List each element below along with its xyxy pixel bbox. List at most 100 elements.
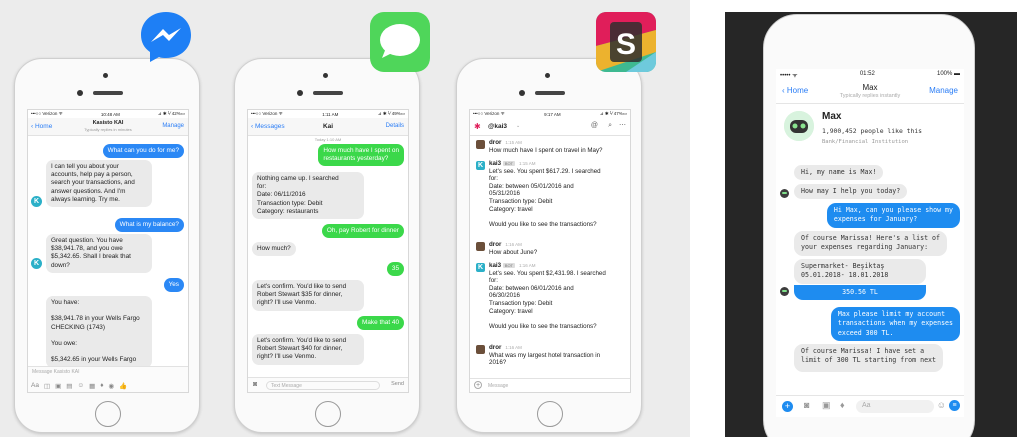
message-bubble: Hi, my name is Max! xyxy=(794,165,884,181)
amount-card[interactable]: 350.56 TL xyxy=(794,285,926,301)
message-bubble: Yes xyxy=(163,278,184,293)
home-button[interactable] xyxy=(95,401,121,427)
camera-icon[interactable]: ◙ xyxy=(253,381,257,388)
gallery-icon[interactable]: ▣ xyxy=(822,400,831,411)
camera-icon[interactable]: ◫ xyxy=(44,382,50,390)
home-button[interactable] xyxy=(315,401,341,427)
nav-bar: ‹ Home Kasisto KAI Typically replies in … xyxy=(28,118,188,136)
left-showcase-panel: •••○○ Verizon ᯤ 10:48 AM ⊿ ✱ ⅟ 42%▭ ‹ Ho… xyxy=(0,0,690,437)
message-author[interactable]: kai3 xyxy=(489,160,501,167)
max-screen: ••••• ᯤ 01:52 100% ▬ ‹ Home Max Typicall… xyxy=(776,69,964,417)
add-icon[interactable]: + xyxy=(474,381,482,389)
message-bubble: You have: $38,941.78 in your Wells Fargo… xyxy=(46,296,152,368)
details-button[interactable]: Details xyxy=(386,123,404,129)
phone-speaker xyxy=(535,91,565,95)
clock: 01:52 xyxy=(859,71,875,77)
bot-avatar: K xyxy=(476,161,485,170)
message-input[interactable]: Message Kasisto KAI xyxy=(32,369,80,375)
channel-name[interactable]: @kai3 xyxy=(488,123,507,130)
battery: ⊿ ✱ ⅟ 49%▭ xyxy=(377,111,405,116)
message-bubble: How much have I spent on restaurants yes… xyxy=(318,144,404,167)
bot-avatar: K xyxy=(31,196,42,207)
message-author[interactable]: dror xyxy=(489,241,501,248)
message-input[interactable]: Aa xyxy=(856,400,934,413)
messenger-logo-icon xyxy=(141,12,191,62)
bot-tag: BOT xyxy=(502,263,516,268)
location-icon[interactable]: ◉ xyxy=(109,382,115,390)
mic-icon[interactable]: ♦ xyxy=(100,382,103,390)
composer-toolbar: Aa ◫ ▣ ▤ ☺ ▦ ♦ ◉ 👍 xyxy=(31,382,127,390)
chevron-down-icon[interactable]: ⌄ xyxy=(516,123,520,129)
emoji-icon[interactable]: ☺ xyxy=(77,382,84,390)
nav-bar: ✱ @kai3 ⌄ @ ⌕ ⋯ xyxy=(470,118,630,136)
message-bubble: I can tell you about your accounts, help… xyxy=(46,160,152,208)
phone-sensor xyxy=(545,73,550,78)
user-avatar xyxy=(476,140,485,149)
like-icon[interactable]: 👍 xyxy=(119,382,127,390)
message-bubble: Oh, pay Robert for dinner xyxy=(321,224,404,239)
bot-avatar xyxy=(780,287,789,296)
phone-camera xyxy=(77,90,83,96)
message-bubble: Of course Marissa! Here's a list of your… xyxy=(794,231,947,256)
home-button[interactable] xyxy=(764,15,796,47)
messenger-app-icon xyxy=(136,6,196,66)
search-icon[interactable]: ⌕ xyxy=(608,122,612,130)
phone-sensor xyxy=(103,73,108,78)
carrier: •••○○ Verizon ᯤ xyxy=(31,111,63,116)
nav-divider xyxy=(776,103,964,104)
message-time: 1:16 AM xyxy=(519,263,536,268)
user-avatar xyxy=(476,242,485,251)
home-button[interactable] xyxy=(537,401,563,427)
profile-name: Max xyxy=(822,111,842,122)
robot-icon xyxy=(784,111,814,141)
composer: + Message xyxy=(470,378,630,392)
message-bubble: How much? xyxy=(252,242,296,257)
bot-avatar: K xyxy=(31,258,42,269)
text-icon[interactable]: Aa xyxy=(31,382,39,390)
camera-icon[interactable]: ◙ xyxy=(804,400,809,410)
phone-camera xyxy=(519,90,525,96)
bot-avatar xyxy=(784,111,814,141)
bot-avatar: K xyxy=(476,263,485,272)
more-icon[interactable]: ⋯ xyxy=(619,121,626,129)
menu-icon[interactable]: ≡ xyxy=(949,400,960,411)
message-bubble: Let's confirm. You'd like to send Robert… xyxy=(252,334,364,365)
message-input[interactable]: Message xyxy=(488,383,508,389)
mention-icon[interactable]: @ xyxy=(591,122,598,129)
status-bar: •••○○ Verizon ᯤ 10:48 AM ⊿ ✱ ⅟ 42%▭ xyxy=(28,110,188,118)
message-bubble: Max please limit my account transactions… xyxy=(830,307,960,342)
sticker-icon[interactable]: ▦ xyxy=(89,382,95,390)
imessage-screen: •••○○ Verizon ᯤ 1:11 AM ⊿ ✱ ⅟ 49%▭ ‹ Mes… xyxy=(247,109,409,393)
slack-message: dror 1:16 AM What was my largest hotel tr… xyxy=(476,344,626,367)
clock: 1:11 AM xyxy=(322,111,339,117)
gif-icon[interactable]: ▤ xyxy=(66,382,72,390)
bot-avatar xyxy=(780,189,789,198)
carrier: •••○○ Verizon ᯤ xyxy=(473,111,505,116)
message-bubble: How may I help you today? xyxy=(794,184,908,200)
message-input[interactable]: Text Message xyxy=(266,381,380,390)
battery: ⊿ ✱ ⅟ 47%▭ xyxy=(599,111,627,116)
message-text: What was my largest hotel transaction in… xyxy=(489,351,601,367)
message-author[interactable]: dror xyxy=(489,139,501,146)
message-bubble: Let's confirm. You'd like to send Robert… xyxy=(252,280,364,311)
messenger-screen: •••○○ Verizon ᯤ 10:48 AM ⊿ ✱ ⅟ 42%▭ ‹ Ho… xyxy=(27,109,189,393)
imessage-app-icon xyxy=(370,12,430,72)
message-author[interactable]: kai3 xyxy=(489,262,501,269)
status-bar: •••○○ Verizon ᯤ 1:11 AM ⊿ ✱ ⅟ 49%▭ xyxy=(248,110,408,118)
message-bubble: Supermarket- Beşiktaş 05.01.2018- 18.01.… xyxy=(794,259,926,284)
battery: 100% ▬ xyxy=(936,71,960,77)
message-author[interactable]: dror xyxy=(489,344,501,351)
composer: ◙ Text Message Send xyxy=(248,377,408,392)
emoji-icon[interactable]: ☺ xyxy=(937,400,946,410)
gallery-icon[interactable]: ▣ xyxy=(55,382,61,390)
message-bubble: Make that 40 xyxy=(357,316,404,331)
slack-logo-icon[interactable]: ✱ xyxy=(474,122,481,131)
manage-button[interactable]: Manage xyxy=(162,123,184,129)
add-icon[interactable]: + xyxy=(782,401,793,412)
message-text: How about June? xyxy=(489,248,538,256)
message-time: 1:15 AM xyxy=(519,161,536,166)
mic-icon[interactable]: ♦ xyxy=(840,400,845,410)
manage-button[interactable]: Manage xyxy=(929,86,958,95)
composer: + ◙ ▣ ♦ Aa ☺ ≡ xyxy=(776,395,964,417)
send-button[interactable]: Send xyxy=(391,381,404,387)
